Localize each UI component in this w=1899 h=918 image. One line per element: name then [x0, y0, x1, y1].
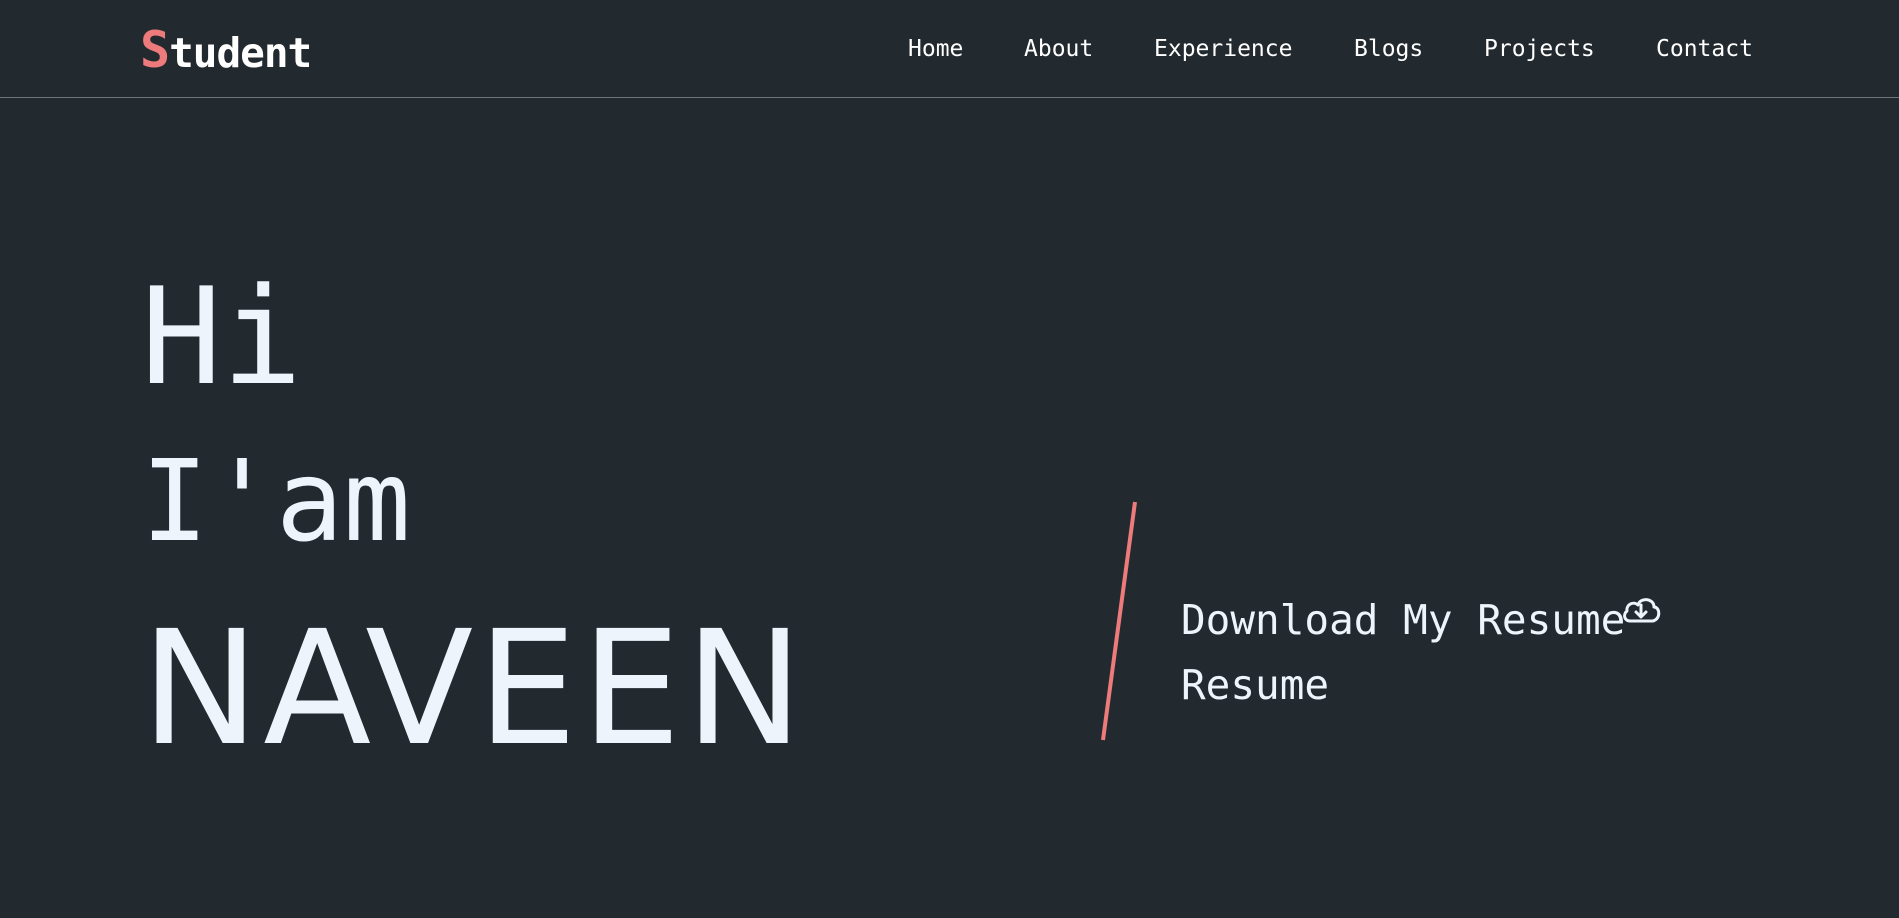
download-resume-label: Download My Resume [1181, 596, 1626, 644]
nav-projects-link[interactable]: Projects [1484, 34, 1595, 64]
site-logo[interactable]: Student [140, 20, 312, 83]
navbar: Student Home About Experience Blogs Proj… [0, 0, 1899, 98]
nav-contact-link[interactable]: Contact [1656, 34, 1753, 64]
nav-home-link[interactable]: Home [908, 34, 963, 64]
nav-experience-link[interactable]: Experience [1154, 34, 1292, 64]
logo-initial: S [140, 21, 170, 79]
nav-about-link[interactable]: About [1024, 34, 1093, 64]
cloud-download-icon [1621, 582, 1661, 623]
hero-intro: I'am [141, 437, 411, 567]
resume-second-line: Resume [1181, 661, 1330, 709]
logo-text: tudent [169, 29, 312, 77]
hero-name: NAVEEN [141, 597, 808, 781]
nav-blogs-link[interactable]: Blogs [1354, 34, 1423, 64]
hero-greeting: Hi [141, 259, 303, 415]
accent-divider [1101, 501, 1137, 741]
download-resume-link[interactable]: Download My Resume Resume [1181, 582, 1681, 718]
